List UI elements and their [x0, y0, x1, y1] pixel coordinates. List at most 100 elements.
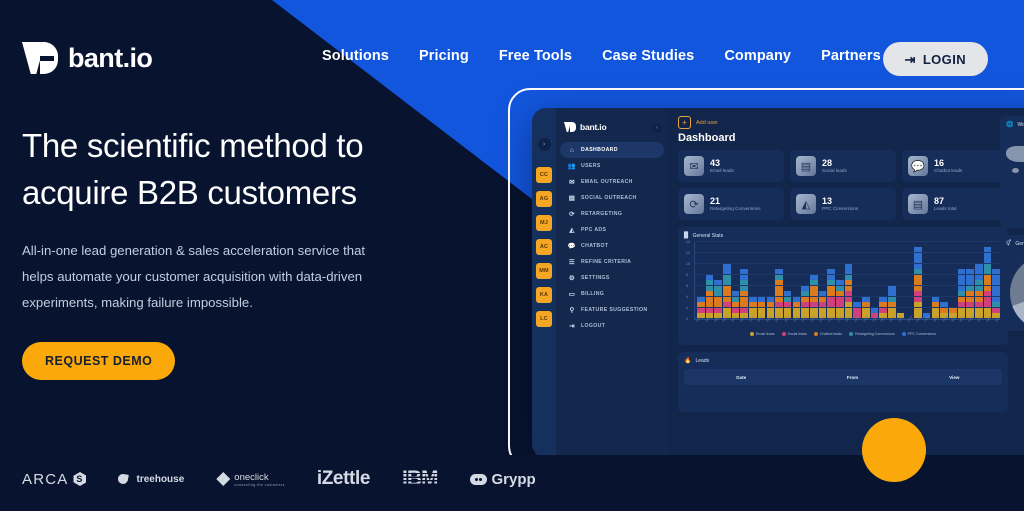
- stat-card[interactable]: ⟳ 21 Retargeting Conversions: [678, 188, 784, 220]
- sidebar-item-settings[interactable]: ⚙ SETTINGS: [560, 270, 664, 286]
- avatar-rail: › CC AG MJ AC MM KA LC: [532, 108, 556, 458]
- landing-page: › CC AG MJ AC MM KA LC bant.io ‹ ⌂ DASHBO…: [0, 0, 1024, 511]
- chart-bar: [957, 268, 966, 319]
- leads-title: Leads: [695, 357, 710, 364]
- logo-text: bant.io: [68, 42, 153, 73]
- general-stats-header: ▉ General Stats: [684, 232, 1002, 240]
- sidebar-item-label: RETARGETING: [581, 211, 623, 217]
- chart-bar-segment: [983, 274, 992, 292]
- site-header: bant.io Solutions Pricing Free Tools Case S…: [0, 0, 1024, 100]
- avatar[interactable]: KA: [536, 287, 552, 303]
- client-logo-treehouse-label: treehouse: [136, 473, 185, 485]
- avatar[interactable]: CC: [536, 167, 552, 183]
- legend-item[interactable]: Chatbot leads: [813, 332, 843, 336]
- legend-swatch: [901, 332, 906, 336]
- avatar[interactable]: MJ: [536, 215, 552, 231]
- chart-y-tick: 8: [686, 273, 688, 277]
- sidebar-item-logout[interactable]: ⇥ LOGOUT: [560, 318, 664, 334]
- nav-item-pricing[interactable]: Pricing: [419, 48, 469, 64]
- chart-legend: Email leads Social leads Chatbot leads Reta…: [684, 332, 1002, 336]
- add-user-label[interactable]: Add user: [696, 120, 718, 126]
- stat-card[interactable]: ▤ 87 Leads total: [902, 188, 1008, 220]
- chart-gridline: 8: [686, 273, 1002, 277]
- sidebar-item-ppc-ads[interactable]: ◭ PPC ADS: [560, 222, 664, 238]
- client-logo-arca: ARCA S: [22, 471, 87, 488]
- nav-item-solutions[interactable]: Solutions: [322, 48, 389, 64]
- rail-expand-icon[interactable]: ›: [537, 138, 551, 151]
- request-demo-button[interactable]: REQUEST DEMO: [22, 342, 176, 380]
- arca-hex-icon: S: [73, 472, 87, 486]
- bant-logo-icon: [564, 122, 576, 132]
- chart-y-tick: 0: [686, 317, 688, 321]
- client-logo-oneclick-tagline: connecting the customers: [234, 482, 285, 487]
- nav-item-free-tools[interactable]: Free Tools: [499, 48, 572, 64]
- flame-icon: 🔥: [684, 358, 692, 364]
- stat-card[interactable]: 💬 16 Chatbot leads: [902, 150, 1008, 182]
- avatar[interactable]: MM: [536, 263, 552, 279]
- chart-bar: [966, 268, 974, 319]
- legend-item[interactable]: Retargeting Conversions: [849, 332, 895, 336]
- sidebar-item-label: CHATBOT: [581, 243, 609, 249]
- client-logo-oneclick-label: oneclick: [234, 471, 269, 483]
- sidebar-item-email-outreach[interactable]: ✉ EMAIL OUTREACH: [560, 174, 664, 190]
- refresh-icon: ⟳: [684, 194, 704, 214]
- leads-header: 🔥 Leads: [684, 357, 1002, 365]
- stacked-bar-chart: 0 2 4 6 8 10 12 14: [686, 240, 1002, 321]
- chart-bar: [723, 263, 731, 319]
- hero-section: The scientific method to acquire B2B cus…: [22, 122, 422, 380]
- gender-stats-header: ⚥ Gender Stats: [1006, 240, 1024, 248]
- stat-card[interactable]: ✉ 43 Email leads: [678, 150, 784, 182]
- chart-y-tick: 4: [686, 295, 688, 299]
- sidebar-item-label: FEATURE SUGGESTION: [581, 307, 648, 313]
- avatar[interactable]: LC: [536, 311, 552, 327]
- gender-stats-title: Gender Stats: [1015, 240, 1024, 247]
- sidebar-item-refine-criteria[interactable]: ☰ REFINE CRITERIA: [560, 254, 664, 270]
- envelope-icon: ✉: [684, 156, 704, 176]
- stat-value: 43: [710, 157, 721, 168]
- sidebar-item-dashboard[interactable]: ⌂ DASHBOARD: [560, 142, 664, 158]
- legend-item[interactable]: Social leads: [781, 332, 807, 336]
- logout-icon: ⇥: [569, 323, 575, 330]
- ad-icon: ◭: [569, 227, 575, 234]
- client-logo-grypp: Grypp: [469, 471, 536, 488]
- stat-card[interactable]: ◭ 13 PPC Conversions: [790, 188, 896, 220]
- legend-item[interactable]: Email leads: [749, 332, 775, 336]
- chart-gridline: 6: [686, 284, 1002, 288]
- client-logo-ibm: IBM: [402, 467, 438, 490]
- client-logo-strip: ARCA S treehouse oneclick connecting the …: [22, 467, 536, 491]
- nav-item-partners[interactable]: Partners: [821, 48, 881, 64]
- legend-swatch: [813, 332, 818, 336]
- login-button[interactable]: ⇥ LOGIN: [882, 42, 988, 76]
- sidebar-item-billing[interactable]: ▭ BILLING: [560, 286, 664, 302]
- bar-chart-icon: ▉: [684, 233, 689, 239]
- plus-icon[interactable]: +: [678, 116, 691, 129]
- nav-item-company[interactable]: Company: [724, 48, 791, 64]
- chart-bar: [992, 268, 1000, 319]
- chart-gridline: 4: [686, 295, 1002, 299]
- chart-bar-segment: [723, 274, 731, 286]
- bant-logo-icon: [22, 42, 58, 74]
- refresh-icon: ⟳: [569, 211, 575, 218]
- chart-y-tick: 6: [686, 284, 688, 288]
- treehouse-leaf-icon: [117, 473, 130, 485]
- sidebar-item-chatbot[interactable]: 💬 CHATBOT: [560, 238, 664, 254]
- sidebar-item-social-outreach[interactable]: ▤ SOCIAL OUTREACH: [560, 190, 664, 206]
- stat-card-grid: ✉ 43 Email leads ▤ 28 Social leads 💬 16 Chatbot …: [678, 150, 1008, 220]
- sidebar-item-label: LOGOUT: [581, 323, 606, 329]
- sidebar-item-users[interactable]: 👥 USERS: [560, 158, 664, 174]
- nav-item-case-studies[interactable]: Case Studies: [602, 48, 694, 64]
- stat-card[interactable]: ▤ 28 Social leads: [790, 150, 896, 182]
- chart-bar-segment: [705, 291, 714, 308]
- legend-swatch: [849, 332, 854, 336]
- sidebar-item-label: DASHBOARD: [581, 147, 618, 153]
- sidebar-item-feature-suggestion[interactable]: ⚲ FEATURE SUGGESTION: [560, 302, 664, 318]
- legend-item[interactable]: PPC Conversions: [901, 332, 936, 336]
- legend-label: Chatbot leads: [819, 332, 843, 336]
- site-logo[interactable]: bant.io: [22, 42, 153, 74]
- chart-bar-segment: [775, 280, 783, 303]
- avatar[interactable]: AG: [536, 191, 552, 207]
- avatar[interactable]: AC: [536, 239, 552, 255]
- chevron-left-icon[interactable]: ‹: [652, 123, 662, 133]
- dashboard-brand: bant.io ‹: [556, 116, 668, 142]
- sidebar-item-retargeting[interactable]: ⟳ RETARGETING: [560, 206, 664, 222]
